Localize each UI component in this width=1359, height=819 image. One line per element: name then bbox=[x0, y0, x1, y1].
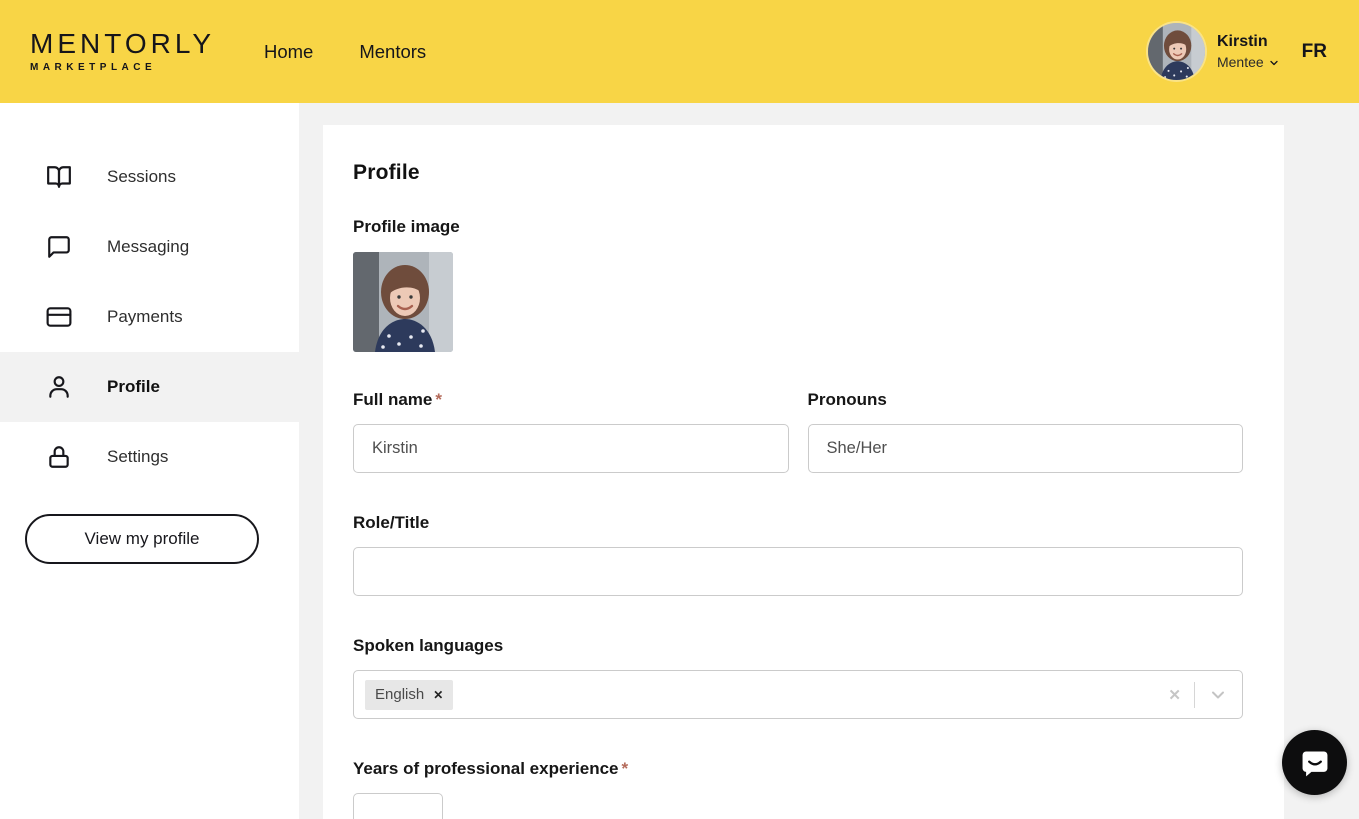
nav-mentors[interactable]: Mentors bbox=[359, 41, 426, 63]
sidebar-item-label: Sessions bbox=[107, 167, 176, 187]
view-my-profile-button[interactable]: View my profile bbox=[25, 514, 259, 564]
required-marker: * bbox=[435, 390, 442, 409]
nav-home[interactable]: Home bbox=[264, 41, 313, 63]
role-title-label: Role/Title bbox=[353, 512, 1243, 534]
profile-image[interactable] bbox=[353, 252, 453, 352]
user-role-label: Mentee bbox=[1217, 54, 1264, 70]
chat-bubble-icon bbox=[46, 234, 72, 260]
sidebar-item-payments[interactable]: Payments bbox=[0, 282, 299, 352]
role-switcher-dropdown[interactable]: Mentee bbox=[1217, 54, 1280, 70]
person-icon bbox=[46, 374, 72, 400]
avatar-illustration bbox=[1148, 23, 1205, 80]
user-avatar[interactable] bbox=[1148, 23, 1205, 80]
sidebar-item-label: Settings bbox=[107, 447, 168, 467]
sidebar: Sessions Messaging Payments Profile Sett… bbox=[0, 103, 299, 819]
language-tag-english: English ✕ bbox=[365, 680, 453, 710]
user-name: Kirstin bbox=[1217, 33, 1280, 51]
pronouns-input[interactable] bbox=[808, 424, 1244, 473]
pronouns-label: Pronouns bbox=[808, 389, 1244, 411]
user-cluster: Kirstin Mentee FR bbox=[1148, 23, 1327, 80]
lock-icon bbox=[46, 444, 72, 470]
years-experience-label: Years of professional experience* bbox=[353, 758, 1243, 780]
chat-launcher-button[interactable] bbox=[1282, 730, 1347, 795]
sidebar-item-profile[interactable]: Profile bbox=[0, 352, 299, 422]
chevron-down-icon bbox=[1268, 57, 1280, 69]
user-meta: Kirstin Mentee bbox=[1217, 33, 1280, 70]
sidebar-item-settings[interactable]: Settings bbox=[0, 422, 299, 492]
select-divider bbox=[1194, 682, 1195, 708]
sidebar-item-label: Profile bbox=[107, 377, 160, 397]
full-name-label: Full name* bbox=[353, 389, 789, 411]
app-header: MENTORLY MARKETPLACE Home Mentors bbox=[0, 0, 1359, 103]
spoken-languages-label: Spoken languages bbox=[353, 635, 1243, 657]
select-controls: ✕ bbox=[1168, 682, 1228, 708]
spoken-languages-select[interactable]: English ✕ ✕ bbox=[353, 670, 1243, 719]
sidebar-item-sessions[interactable]: Sessions bbox=[0, 142, 299, 212]
book-open-icon bbox=[46, 164, 72, 190]
credit-card-icon bbox=[46, 304, 72, 330]
sidebar-item-messaging[interactable]: Messaging bbox=[0, 212, 299, 282]
logo-subtitle: MARKETPLACE bbox=[30, 62, 236, 73]
language-tag-label: English bbox=[375, 686, 424, 703]
sidebar-item-label: Messaging bbox=[107, 237, 189, 257]
role-title-input[interactable] bbox=[353, 547, 1243, 596]
remove-tag-icon[interactable]: ✕ bbox=[433, 689, 443, 701]
page-title: Profile bbox=[353, 161, 1243, 185]
chevron-down-icon[interactable] bbox=[1208, 685, 1228, 705]
main-nav: Home Mentors bbox=[264, 41, 426, 63]
profile-photo-illustration bbox=[353, 252, 453, 352]
profile-image-label: Profile image bbox=[353, 216, 1243, 238]
full-name-input[interactable] bbox=[353, 424, 789, 473]
mentorly-logo[interactable]: MENTORLY MARKETPLACE bbox=[30, 30, 236, 73]
profile-form-card: Profile Profile image Full name* bbox=[323, 125, 1284, 819]
logo-title: MENTORLY bbox=[30, 30, 236, 58]
years-experience-input[interactable] bbox=[353, 793, 443, 819]
sidebar-item-label: Payments bbox=[107, 307, 183, 327]
clear-all-icon[interactable]: ✕ bbox=[1168, 686, 1181, 704]
chat-smile-icon bbox=[1299, 747, 1331, 779]
language-toggle[interactable]: FR bbox=[1302, 41, 1327, 63]
required-marker: * bbox=[622, 759, 629, 778]
main-area: Profile Profile image Full name* bbox=[299, 103, 1359, 819]
